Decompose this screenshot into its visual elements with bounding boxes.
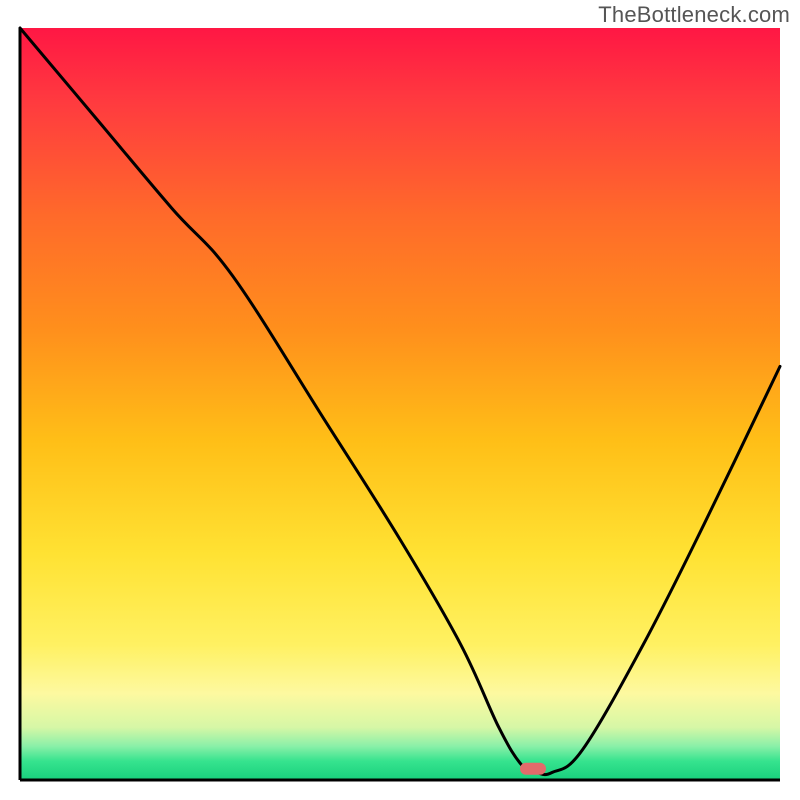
watermark-text: TheBottleneck.com — [598, 2, 790, 28]
plot-background — [20, 28, 780, 780]
valley-marker — [520, 763, 546, 775]
bottleneck-chart — [0, 0, 800, 800]
chart-container: TheBottleneck.com — [0, 0, 800, 800]
